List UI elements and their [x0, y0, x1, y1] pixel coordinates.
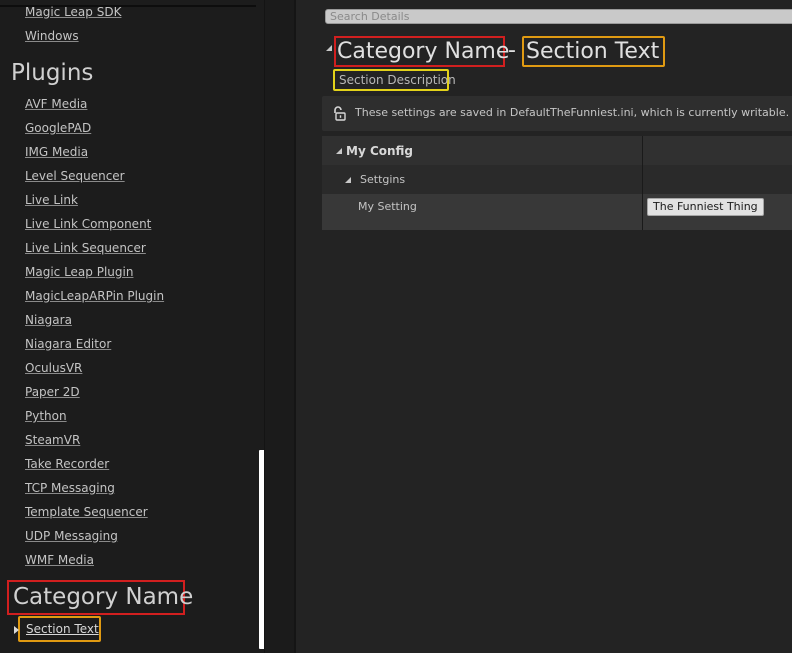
sidebar-item-udp-messaging[interactable]: UDP Messaging	[25, 529, 118, 544]
sidebar-item-windows[interactable]: Windows	[25, 29, 79, 44]
title-separator: -	[508, 38, 516, 63]
sidebar-heading-plugins: Plugins	[11, 60, 94, 86]
sidebar-item-avf-media[interactable]: AVF Media	[25, 97, 87, 112]
sidebar-item-live-link-component[interactable]: Live Link Component	[25, 217, 151, 232]
sidebar-item-niagara-editor[interactable]: Niagara Editor	[25, 337, 111, 352]
collapse-triangle-icon[interactable]	[336, 148, 342, 154]
sidebar-item-oculusvr[interactable]: OculusVR	[25, 361, 82, 376]
sidebar-item-section-text-label[interactable]: Section Text	[26, 622, 99, 637]
sidebar-item-take-recorder[interactable]: Take Recorder	[25, 457, 109, 472]
category-label-my-config: My Config	[346, 144, 414, 158]
expand-arrow-icon[interactable]	[14, 626, 19, 634]
sidebar-item-tcp-messaging[interactable]: TCP Messaging	[25, 481, 115, 496]
sidebar-item-magic-leap-plugin[interactable]: Magic Leap Plugin	[25, 265, 133, 280]
property-label-my-setting: My Setting	[358, 200, 417, 213]
sidebar-item-live-link[interactable]: Live Link	[25, 193, 78, 208]
sidebar-item-paper-2d[interactable]: Paper 2D	[25, 385, 80, 400]
sidebar-item-section-text[interactable]: Section Text	[14, 616, 101, 642]
collapse-triangle-icon[interactable]	[345, 177, 351, 183]
sidebar-heading-category-name: Category Name	[7, 580, 193, 615]
sidebar-item-template-sequencer[interactable]: Template Sequencer	[25, 505, 148, 520]
sidebar-item-level-sequencer[interactable]: Level Sequencer	[25, 169, 125, 184]
sidebar-item-img-media[interactable]: IMG Media	[25, 145, 88, 160]
sidebar-item-python[interactable]: Python	[25, 409, 67, 424]
subcategory-label-settgins: Settgins	[360, 173, 406, 186]
property-value-field[interactable]: The Funniest Thing	[647, 198, 764, 216]
category-row-my-config[interactable]: My Config	[322, 136, 792, 165]
sidebar-item-steamvr[interactable]: SteamVR	[25, 433, 80, 448]
sidebar-item-magicleaparpin-plugin[interactable]: MagicLeapARPin Plugin	[25, 289, 164, 304]
column-divider[interactable]	[642, 136, 643, 230]
sidebar-item-googlepad[interactable]: GooglePAD	[25, 121, 91, 136]
sidebar-item-magic-leap-sdk[interactable]: Magic Leap SDK	[25, 5, 121, 20]
sidebar-item-wmf-media[interactable]: WMF Media	[25, 553, 94, 568]
search-details-input[interactable]	[325, 9, 792, 24]
sidebar-item-niagara[interactable]: Niagara	[25, 313, 72, 328]
panel-splitter[interactable]	[264, 0, 294, 653]
sidebar-item-live-link-sequencer[interactable]: Live Link Sequencer	[25, 241, 146, 256]
title-section-text: Section Text	[522, 36, 665, 67]
details-panel: Category Name - Section Text Section Des…	[294, 0, 792, 653]
config-file-banner: These settings are saved in DefaultTheFu…	[322, 96, 792, 131]
title-category-name: Category Name	[334, 36, 509, 67]
unlocked-padlock-icon	[334, 106, 346, 121]
property-row-my-setting: My Setting The Funniest Thing	[322, 194, 792, 230]
project-settings-window: Magic Leap SDK Windows Plugins AVF Media…	[0, 0, 792, 653]
settings-sidebar: Magic Leap SDK Windows Plugins AVF Media…	[0, 0, 264, 653]
section-description: Section Description	[333, 69, 456, 91]
subcategory-row-settgins[interactable]: Settgins	[322, 165, 792, 194]
config-banner-text: These settings are saved in DefaultTheFu…	[355, 106, 790, 119]
collapse-triangle-icon[interactable]	[326, 45, 332, 51]
details-property-table: My Config Settgins My Setting The Funnie…	[322, 136, 792, 230]
